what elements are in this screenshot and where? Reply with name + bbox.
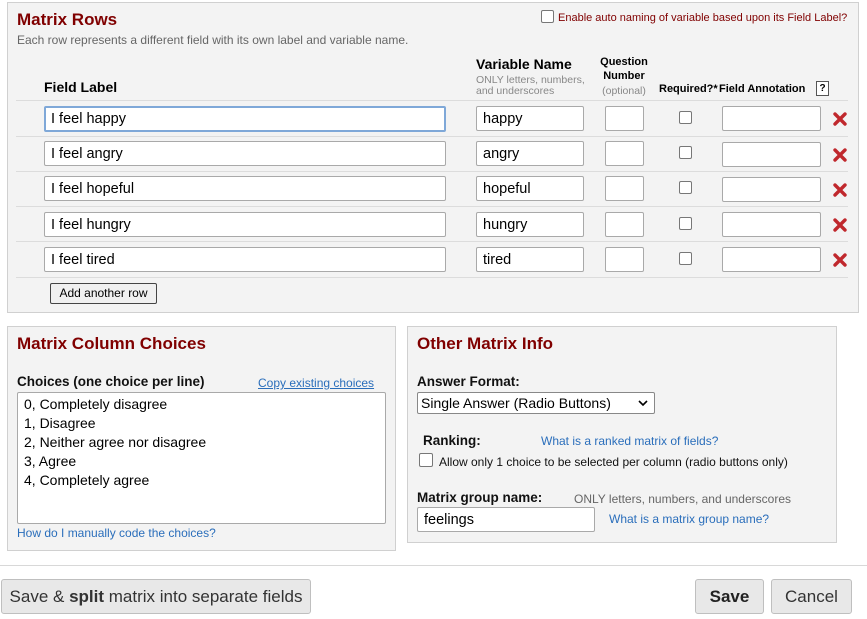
question-number-optional: (optional) — [602, 85, 646, 97]
choice-line: 1, Disagree — [24, 415, 96, 431]
field-annotation-input[interactable] — [722, 106, 821, 131]
field-annotation-header: Field Annotation — [719, 83, 806, 95]
row-divider — [16, 241, 848, 242]
choices-textarea[interactable]: 0, Completely disagree 1, Disagree 2, Ne… — [17, 392, 386, 524]
variable-name-input[interactable]: hungry — [476, 212, 584, 237]
ranking-label: Ranking: — [423, 433, 481, 448]
cancel-button[interactable]: Cancel — [771, 579, 852, 614]
choice-line: 2, Neither agree nor disagree — [24, 434, 207, 450]
delete-x-icon[interactable] — [833, 112, 847, 126]
manual-code-choices-link[interactable]: How do I manually code the choices? — [17, 526, 216, 540]
ranking-checkbox[interactable] — [419, 453, 433, 467]
field-label-input[interactable]: I feel hungry — [44, 212, 446, 237]
ranking-option-label: Allow only 1 choice to be selected per c… — [439, 455, 788, 469]
row-divider — [16, 277, 848, 278]
required-checkbox[interactable] — [679, 181, 692, 194]
choice-line: 4, Completely agree — [24, 472, 150, 488]
row-divider — [16, 136, 848, 137]
field-annotation-input[interactable] — [722, 212, 821, 237]
question-number-input[interactable] — [605, 106, 644, 131]
variable-name-hint-2: and underscores — [476, 85, 555, 97]
required-checkbox[interactable] — [679, 111, 692, 124]
group-name-help-link[interactable]: What is a matrix group name? — [609, 512, 769, 526]
answer-format-value: Single Answer (Radio Buttons) — [421, 395, 611, 411]
footer-divider — [0, 565, 867, 566]
question-number-input[interactable] — [605, 176, 644, 201]
group-name-label: Matrix group name: — [417, 490, 543, 505]
question-number-input[interactable] — [605, 247, 644, 272]
field-label-header: Field Label — [44, 79, 118, 95]
question-number-header-2: Number — [603, 70, 645, 82]
row-divider — [16, 206, 848, 207]
variable-name-header: Variable Name — [476, 56, 572, 72]
group-name-hint: ONLY letters, numbers, and underscores — [574, 492, 791, 506]
field-label-input[interactable]: I feel happy — [44, 106, 446, 132]
auto-naming-label: Enable auto naming of variable based upo… — [558, 12, 848, 24]
add-another-row-button[interactable]: Add another row — [50, 283, 157, 304]
field-annotation-input[interactable] — [722, 142, 821, 167]
question-number-header-1: Question — [600, 56, 648, 68]
field-label-input[interactable]: I feel tired — [44, 247, 446, 272]
choice-line: 3, Agree — [24, 453, 77, 469]
save-and-split-button[interactable]: Save & split matrix into separate fields — [1, 579, 311, 614]
row-divider — [16, 100, 848, 101]
variable-name-input[interactable]: happy — [476, 106, 584, 131]
group-name-input[interactable]: feelings — [417, 507, 595, 532]
auto-naming-checkbox[interactable] — [541, 10, 554, 23]
delete-x-icon[interactable] — [833, 253, 847, 267]
variable-name-input[interactable]: tired — [476, 247, 584, 272]
choice-line: 0, Completely disagree — [24, 396, 168, 412]
question-number-input[interactable] — [605, 212, 644, 237]
variable-name-input[interactable]: angry — [476, 141, 584, 166]
variable-name-input[interactable]: hopeful — [476, 176, 584, 201]
required-checkbox[interactable] — [679, 146, 692, 159]
choices-label: Choices (one choice per line) — [17, 374, 205, 389]
column-choices-title: Matrix Column Choices — [17, 334, 206, 353]
help-icon[interactable]: ? — [816, 81, 829, 96]
answer-format-label: Answer Format: — [417, 374, 520, 389]
answer-format-select[interactable]: Single Answer (Radio Buttons) — [417, 392, 655, 414]
split-suffix: matrix into separate fields — [104, 587, 303, 606]
field-label-input[interactable]: I feel hopeful — [44, 176, 446, 201]
save-button[interactable]: Save — [695, 579, 764, 614]
field-annotation-input[interactable] — [722, 177, 821, 202]
matrix-rows-subtitle: Each row represents a different field wi… — [17, 33, 409, 47]
split-bold: split — [69, 587, 105, 606]
matrix-rows-title: Matrix Rows — [17, 10, 118, 29]
required-header: Required?* — [659, 83, 718, 95]
delete-x-icon[interactable] — [833, 183, 847, 197]
ranked-matrix-help-link[interactable]: What is a ranked matrix of fields? — [541, 434, 718, 448]
split-prefix: Save & — [9, 587, 70, 606]
delete-x-icon[interactable] — [833, 148, 847, 162]
field-label-input[interactable]: I feel angry — [44, 141, 446, 166]
other-info-title: Other Matrix Info — [417, 334, 554, 353]
question-number-input[interactable] — [605, 141, 644, 166]
chevron-down-icon — [638, 400, 648, 407]
required-checkbox[interactable] — [679, 252, 692, 265]
row-divider — [16, 171, 848, 172]
delete-x-icon[interactable] — [833, 218, 847, 232]
required-checkbox[interactable] — [679, 217, 692, 230]
copy-existing-choices-link[interactable]: Copy existing choices — [258, 376, 374, 390]
field-annotation-input[interactable] — [722, 247, 821, 272]
